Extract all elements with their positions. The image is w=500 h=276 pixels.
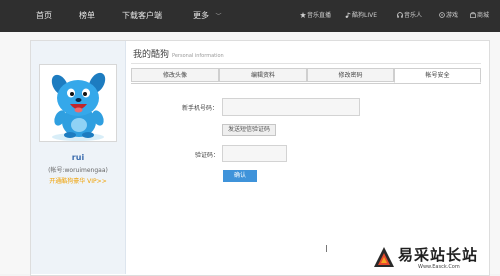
new-phone-label: 新手机号码： bbox=[182, 105, 219, 112]
nav-live-link[interactable]: 音乐直播 bbox=[300, 0, 331, 32]
nav-live-label: 音乐直播 bbox=[307, 12, 332, 19]
nav-shop-label: 商城 bbox=[477, 12, 490, 19]
send-sms-code-button[interactable]: 发送短信验证码 bbox=[222, 124, 276, 136]
username: rui bbox=[71, 153, 85, 162]
top-nav: 首页 榜单 下载客户端 更多 ﹀ 音乐直播 酷狗LIVE 音乐人 游戏 商城 bbox=[0, 0, 500, 32]
verification-code-label: 验证码： bbox=[195, 152, 220, 159]
title-divider bbox=[131, 63, 481, 64]
nav-kugou-live-label: 酷狗LIVE bbox=[352, 12, 378, 19]
mascot-dog-image bbox=[40, 65, 116, 141]
page-title-text: 我的酷狗 bbox=[133, 50, 170, 60]
chevron-down-icon: ﹀ bbox=[215, 13, 222, 20]
tab-edit-profile[interactable]: 编辑资料 bbox=[219, 68, 307, 82]
shopping-bag-icon bbox=[470, 1, 476, 19]
watermark-logo-icon bbox=[374, 247, 394, 267]
settings-tabs: 修改头像 编辑资料 修改密码 帐号安全 bbox=[131, 68, 481, 84]
tab-account-security[interactable]: 帐号安全 bbox=[394, 68, 481, 83]
tab-change-password[interactable]: 修改密码 bbox=[307, 68, 394, 82]
music-note-icon bbox=[345, 1, 351, 18]
text-cursor bbox=[326, 245, 327, 252]
headphones-icon bbox=[397, 1, 403, 18]
star-icon bbox=[300, 1, 306, 18]
nav-more-menu[interactable]: 更多 ﹀ bbox=[193, 0, 222, 32]
confirm-button[interactable]: 确认 bbox=[223, 170, 257, 182]
nav-shop-link[interactable]: 商城 bbox=[470, 0, 489, 32]
nav-charts-link[interactable]: 榜单 bbox=[79, 0, 95, 32]
nav-more-label: 更多 bbox=[193, 11, 209, 20]
page-subtitle: Personal information bbox=[172, 53, 224, 59]
page-title: 我的酷狗 Personal information bbox=[133, 47, 224, 60]
nav-musician-label: 音乐人 bbox=[404, 12, 423, 19]
nav-game-label: 游戏 bbox=[446, 12, 459, 19]
watermark-url: Www.Easck.Com bbox=[418, 264, 460, 270]
verification-code-input[interactable] bbox=[222, 145, 287, 162]
vip-upgrade-link[interactable]: 开通酷狗豪华 VIP>> bbox=[31, 176, 125, 185]
watermark-text: 易采站长站 bbox=[398, 246, 479, 264]
gamepad-icon bbox=[439, 1, 445, 18]
nav-kugou-live-link[interactable]: 酷狗LIVE bbox=[345, 0, 377, 32]
nav-home-link[interactable]: 首页 bbox=[36, 0, 52, 32]
watermark: 易采站长站 Www.Easck.Com bbox=[372, 243, 500, 274]
nav-game-link[interactable]: 游戏 bbox=[439, 0, 458, 32]
nav-musician-link[interactable]: 音乐人 bbox=[397, 0, 422, 32]
tab-change-avatar[interactable]: 修改头像 bbox=[131, 68, 219, 82]
account-id: (帐号:woruimengaa) bbox=[48, 167, 108, 174]
nav-download-link[interactable]: 下载客户端 bbox=[122, 0, 162, 32]
new-phone-input[interactable] bbox=[222, 98, 360, 116]
avatar[interactable] bbox=[39, 64, 117, 142]
